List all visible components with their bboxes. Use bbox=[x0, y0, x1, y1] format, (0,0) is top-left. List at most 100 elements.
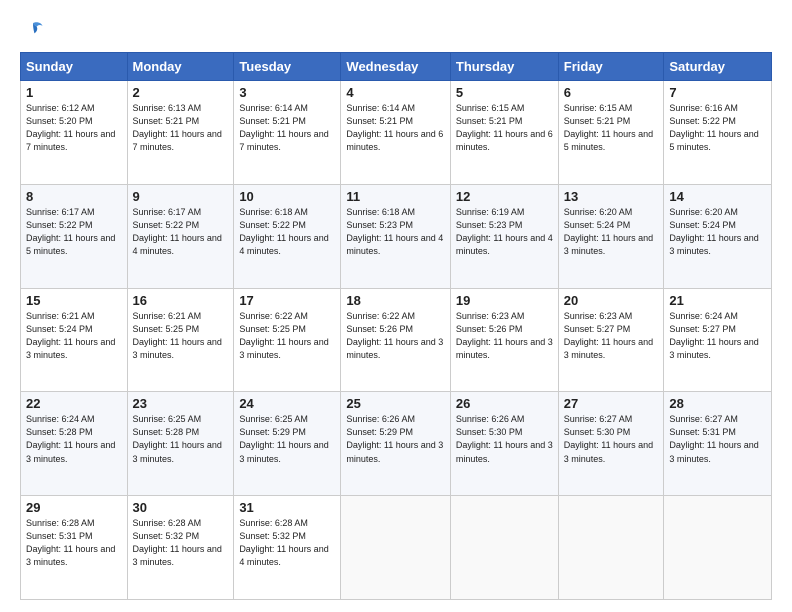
day-number: 7 bbox=[669, 85, 766, 100]
day-number: 30 bbox=[133, 500, 229, 515]
day-info: Sunrise: 6:25 AMSunset: 5:29 PMDaylight:… bbox=[239, 413, 335, 465]
calendar-cell: 6Sunrise: 6:15 AMSunset: 5:21 PMDaylight… bbox=[558, 81, 664, 185]
calendar-cell bbox=[341, 496, 450, 600]
day-info: Sunrise: 6:14 AMSunset: 5:21 PMDaylight:… bbox=[346, 102, 444, 154]
day-number: 1 bbox=[26, 85, 122, 100]
calendar-cell: 16Sunrise: 6:21 AMSunset: 5:25 PMDayligh… bbox=[127, 288, 234, 392]
calendar-cell: 7 Sunrise: 6:16 AMSunset: 5:22 PMDaylight… bbox=[664, 81, 772, 185]
calendar-day-header: Friday bbox=[558, 53, 664, 81]
calendar-cell: 15 Sunrise: 6:21 AMSunset: 5:24 PMDayligh… bbox=[21, 288, 128, 392]
day-info: Sunrise: 6:20 AMSunset: 5:24 PMDaylight:… bbox=[669, 206, 766, 258]
day-info: Sunrise: 6:22 AMSunset: 5:26 PMDaylight:… bbox=[346, 310, 444, 362]
day-number: 16 bbox=[133, 293, 229, 308]
calendar-cell: 22 Sunrise: 6:24 AMSunset: 5:28 PMDayligh… bbox=[21, 392, 128, 496]
calendar-day-header: Saturday bbox=[664, 53, 772, 81]
calendar-cell: 11 Sunrise: 6:18 AMSunset: 5:23 PMDayligh… bbox=[341, 184, 450, 288]
day-info: Sunrise: 6:14 AMSunset: 5:21 PMDaylight:… bbox=[239, 102, 335, 154]
day-number: 9 bbox=[133, 189, 229, 204]
calendar-header-row: SundayMondayTuesdayWednesdayThursdayFrid… bbox=[21, 53, 772, 81]
day-number: 22 bbox=[26, 396, 122, 411]
day-info: Sunrise: 6:18 AMSunset: 5:23 PMDaylight:… bbox=[346, 206, 444, 258]
day-info: Sunrise: 6:18 AMSunset: 5:22 PMDaylight:… bbox=[239, 206, 335, 258]
calendar-cell: 13Sunrise: 6:20 AMSunset: 5:24 PMDayligh… bbox=[558, 184, 664, 288]
day-number: 5 bbox=[456, 85, 553, 100]
calendar-day-header: Thursday bbox=[450, 53, 558, 81]
calendar-day-header: Tuesday bbox=[234, 53, 341, 81]
calendar-cell bbox=[558, 496, 664, 600]
day-info: Sunrise: 6:12 AMSunset: 5:20 PMDaylight:… bbox=[26, 102, 122, 154]
calendar-cell: 20 Sunrise: 6:23 AMSunset: 5:27 PMDayligh… bbox=[558, 288, 664, 392]
day-number: 28 bbox=[669, 396, 766, 411]
calendar-week-row: 15 Sunrise: 6:21 AMSunset: 5:24 PMDayligh… bbox=[21, 288, 772, 392]
calendar-cell: 30 Sunrise: 6:28 AMSunset: 5:32 PMDayligh… bbox=[127, 496, 234, 600]
calendar-week-row: 22 Sunrise: 6:24 AMSunset: 5:28 PMDayligh… bbox=[21, 392, 772, 496]
calendar-cell: 19Sunrise: 6:23 AMSunset: 5:26 PMDayligh… bbox=[450, 288, 558, 392]
day-number: 12 bbox=[456, 189, 553, 204]
day-number: 25 bbox=[346, 396, 444, 411]
calendar-day-header: Wednesday bbox=[341, 53, 450, 81]
calendar-cell bbox=[450, 496, 558, 600]
calendar-table: SundayMondayTuesdayWednesdayThursdayFrid… bbox=[20, 52, 772, 600]
calendar-cell: 8 Sunrise: 6:17 AMSunset: 5:22 PMDaylight… bbox=[21, 184, 128, 288]
day-info: Sunrise: 6:19 AMSunset: 5:23 PMDaylight:… bbox=[456, 206, 553, 258]
calendar-week-row: 29Sunrise: 6:28 AMSunset: 5:31 PMDayligh… bbox=[21, 496, 772, 600]
calendar-week-row: 8 Sunrise: 6:17 AMSunset: 5:22 PMDaylight… bbox=[21, 184, 772, 288]
page: SundayMondayTuesdayWednesdayThursdayFrid… bbox=[0, 0, 792, 612]
day-number: 14 bbox=[669, 189, 766, 204]
calendar-cell: 12 Sunrise: 6:19 AMSunset: 5:23 PMDayligh… bbox=[450, 184, 558, 288]
day-info: Sunrise: 6:28 AMSunset: 5:32 PMDaylight:… bbox=[239, 517, 335, 569]
day-info: Sunrise: 6:16 AMSunset: 5:22 PMDaylight:… bbox=[669, 102, 766, 154]
day-number: 19 bbox=[456, 293, 553, 308]
calendar-cell bbox=[664, 496, 772, 600]
calendar-cell: 24 Sunrise: 6:25 AMSunset: 5:29 PMDayligh… bbox=[234, 392, 341, 496]
calendar-day-header: Monday bbox=[127, 53, 234, 81]
calendar-cell: 18Sunrise: 6:22 AMSunset: 5:26 PMDayligh… bbox=[341, 288, 450, 392]
calendar-cell: 1 Sunrise: 6:12 AMSunset: 5:20 PMDaylight… bbox=[21, 81, 128, 185]
logo-bird-icon bbox=[22, 18, 44, 40]
day-info: Sunrise: 6:23 AMSunset: 5:27 PMDaylight:… bbox=[564, 310, 659, 362]
day-info: Sunrise: 6:28 AMSunset: 5:32 PMDaylight:… bbox=[133, 517, 229, 569]
calendar-cell: 27 Sunrise: 6:27 AMSunset: 5:30 PMDayligh… bbox=[558, 392, 664, 496]
day-info: Sunrise: 6:26 AMSunset: 5:29 PMDaylight:… bbox=[346, 413, 444, 465]
day-info: Sunrise: 6:21 AMSunset: 5:24 PMDaylight:… bbox=[26, 310, 122, 362]
day-number: 21 bbox=[669, 293, 766, 308]
calendar-cell: 17 Sunrise: 6:22 AMSunset: 5:25 PMDayligh… bbox=[234, 288, 341, 392]
day-number: 8 bbox=[26, 189, 122, 204]
day-number: 20 bbox=[564, 293, 659, 308]
calendar-cell: 31 Sunrise: 6:28 AMSunset: 5:32 PMDayligh… bbox=[234, 496, 341, 600]
day-info: Sunrise: 6:27 AMSunset: 5:30 PMDaylight:… bbox=[564, 413, 659, 465]
calendar-cell: 26Sunrise: 6:26 AMSunset: 5:30 PMDayligh… bbox=[450, 392, 558, 496]
day-info: Sunrise: 6:13 AMSunset: 5:21 PMDaylight:… bbox=[133, 102, 229, 154]
day-number: 26 bbox=[456, 396, 553, 411]
logo bbox=[20, 18, 44, 40]
day-number: 11 bbox=[346, 189, 444, 204]
calendar-cell: 23 Sunrise: 6:25 AMSunset: 5:28 PMDayligh… bbox=[127, 392, 234, 496]
day-number: 15 bbox=[26, 293, 122, 308]
calendar-cell: 2 Sunrise: 6:13 AMSunset: 5:21 PMDaylight… bbox=[127, 81, 234, 185]
day-number: 6 bbox=[564, 85, 659, 100]
day-info: Sunrise: 6:24 AMSunset: 5:27 PMDaylight:… bbox=[669, 310, 766, 362]
day-info: Sunrise: 6:28 AMSunset: 5:31 PMDaylight:… bbox=[26, 517, 122, 569]
day-number: 17 bbox=[239, 293, 335, 308]
day-info: Sunrise: 6:25 AMSunset: 5:28 PMDaylight:… bbox=[133, 413, 229, 465]
calendar-cell: 21 Sunrise: 6:24 AMSunset: 5:27 PMDayligh… bbox=[664, 288, 772, 392]
day-number: 23 bbox=[133, 396, 229, 411]
day-info: Sunrise: 6:17 AMSunset: 5:22 PMDaylight:… bbox=[26, 206, 122, 258]
day-number: 4 bbox=[346, 85, 444, 100]
day-number: 27 bbox=[564, 396, 659, 411]
day-info: Sunrise: 6:22 AMSunset: 5:25 PMDaylight:… bbox=[239, 310, 335, 362]
calendar-cell: 10 Sunrise: 6:18 AMSunset: 5:22 PMDayligh… bbox=[234, 184, 341, 288]
day-number: 2 bbox=[133, 85, 229, 100]
calendar-cell: 29Sunrise: 6:28 AMSunset: 5:31 PMDayligh… bbox=[21, 496, 128, 600]
calendar-cell: 5 Sunrise: 6:15 AMSunset: 5:21 PMDaylight… bbox=[450, 81, 558, 185]
day-number: 3 bbox=[239, 85, 335, 100]
calendar-cell: 4 Sunrise: 6:14 AMSunset: 5:21 PMDaylight… bbox=[341, 81, 450, 185]
day-number: 24 bbox=[239, 396, 335, 411]
day-number: 10 bbox=[239, 189, 335, 204]
day-number: 31 bbox=[239, 500, 335, 515]
calendar-cell: 3 Sunrise: 6:14 AMSunset: 5:21 PMDaylight… bbox=[234, 81, 341, 185]
calendar-cell: 28Sunrise: 6:27 AMSunset: 5:31 PMDayligh… bbox=[664, 392, 772, 496]
calendar-cell: 25 Sunrise: 6:26 AMSunset: 5:29 PMDayligh… bbox=[341, 392, 450, 496]
day-info: Sunrise: 6:24 AMSunset: 5:28 PMDaylight:… bbox=[26, 413, 122, 465]
day-info: Sunrise: 6:15 AMSunset: 5:21 PMDaylight:… bbox=[456, 102, 553, 154]
